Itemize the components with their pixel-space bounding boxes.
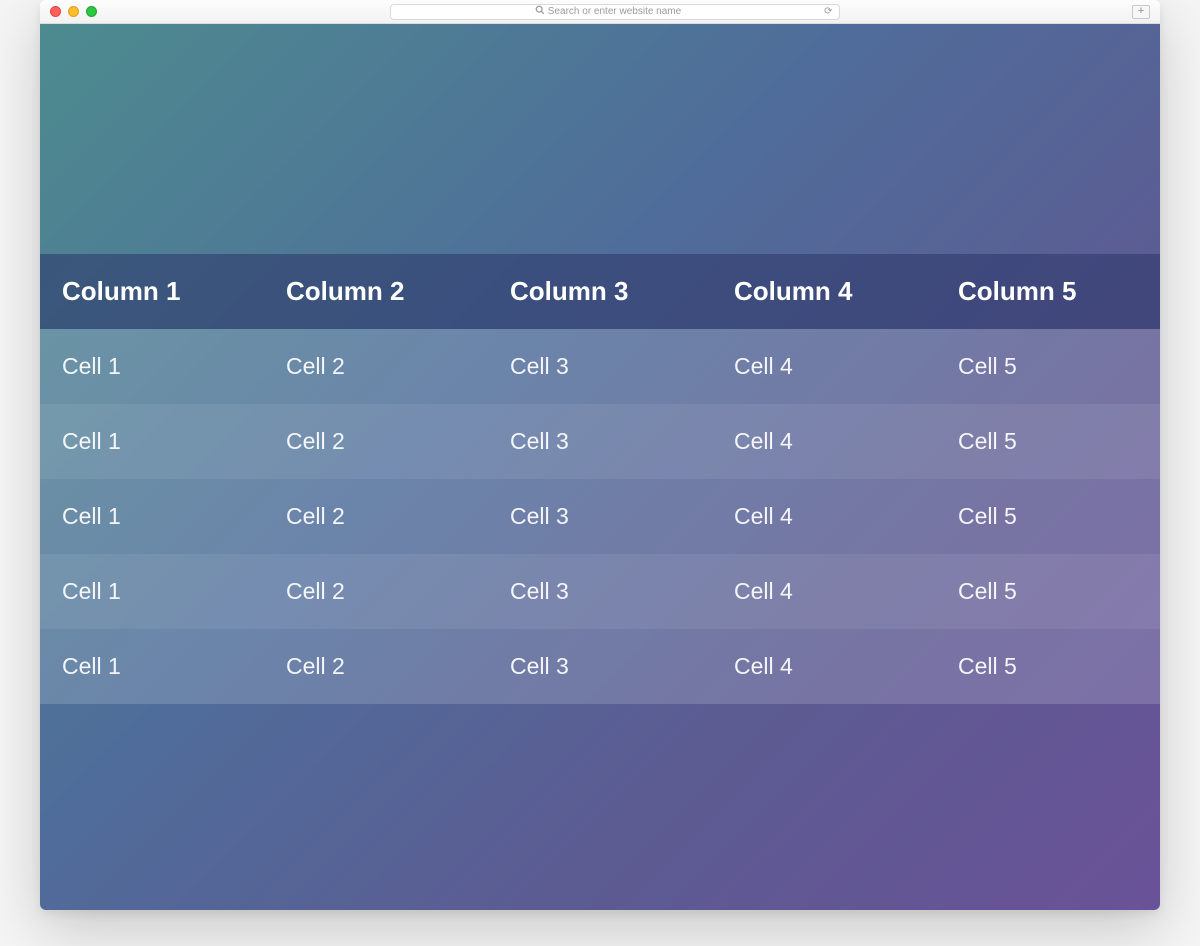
- table-row: Cell 1 Cell 2 Cell 3 Cell 4 Cell 5: [40, 554, 1160, 629]
- table-cell: Cell 2: [264, 329, 488, 404]
- maximize-icon[interactable]: [86, 6, 97, 17]
- table-cell: Cell 2: [264, 554, 488, 629]
- table-cell: Cell 3: [488, 629, 712, 704]
- table-cell: Cell 2: [264, 404, 488, 479]
- table-cell: Cell 3: [488, 554, 712, 629]
- table-row: Cell 1 Cell 2 Cell 3 Cell 4 Cell 5: [40, 479, 1160, 554]
- table-cell: Cell 5: [936, 404, 1160, 479]
- browser-window: Search or enter website name ⟳ + Column …: [40, 0, 1160, 910]
- minimize-icon[interactable]: [68, 6, 79, 17]
- table-cell: Cell 5: [936, 479, 1160, 554]
- table-cell: Cell 1: [40, 554, 264, 629]
- table-cell: Cell 5: [936, 329, 1160, 404]
- reload-icon[interactable]: ⟳: [824, 6, 832, 17]
- titlebar: Search or enter website name ⟳ +: [40, 0, 1160, 24]
- address-bar[interactable]: Search or enter website name ⟳: [390, 4, 840, 20]
- table-cell: Cell 1: [40, 404, 264, 479]
- table-cell: Cell 3: [488, 404, 712, 479]
- table-cell: Cell 3: [488, 479, 712, 554]
- table-cell: Cell 4: [712, 554, 936, 629]
- table-cell: Cell 3: [488, 329, 712, 404]
- page-viewport: Column 1 Column 2 Column 3 Column 4 Colu…: [40, 24, 1160, 910]
- table-cell: Cell 4: [712, 479, 936, 554]
- column-header: Column 4: [712, 254, 936, 329]
- new-tab-button[interactable]: +: [1132, 5, 1150, 19]
- data-table: Column 1 Column 2 Column 3 Column 4 Colu…: [40, 254, 1160, 704]
- table-cell: Cell 4: [712, 404, 936, 479]
- table-cell: Cell 1: [40, 329, 264, 404]
- table-cell: Cell 5: [936, 629, 1160, 704]
- column-header: Column 5: [936, 254, 1160, 329]
- table-row: Cell 1 Cell 2 Cell 3 Cell 4 Cell 5: [40, 329, 1160, 404]
- table-cell: Cell 1: [40, 479, 264, 554]
- search-icon: [535, 5, 545, 18]
- table-cell: Cell 2: [264, 629, 488, 704]
- table-cell: Cell 2: [264, 479, 488, 554]
- column-header: Column 2: [264, 254, 488, 329]
- address-placeholder: Search or enter website name: [548, 6, 681, 17]
- column-header: Column 3: [488, 254, 712, 329]
- table-cell: Cell 4: [712, 629, 936, 704]
- table-cell: Cell 4: [712, 329, 936, 404]
- table-row: Cell 1 Cell 2 Cell 3 Cell 4 Cell 5: [40, 629, 1160, 704]
- column-header: Column 1: [40, 254, 264, 329]
- table-cell: Cell 5: [936, 554, 1160, 629]
- close-icon[interactable]: [50, 6, 61, 17]
- table-row: Cell 1 Cell 2 Cell 3 Cell 4 Cell 5: [40, 404, 1160, 479]
- table-header-row: Column 1 Column 2 Column 3 Column 4 Colu…: [40, 254, 1160, 329]
- table-cell: Cell 1: [40, 629, 264, 704]
- window-controls: [50, 6, 97, 17]
